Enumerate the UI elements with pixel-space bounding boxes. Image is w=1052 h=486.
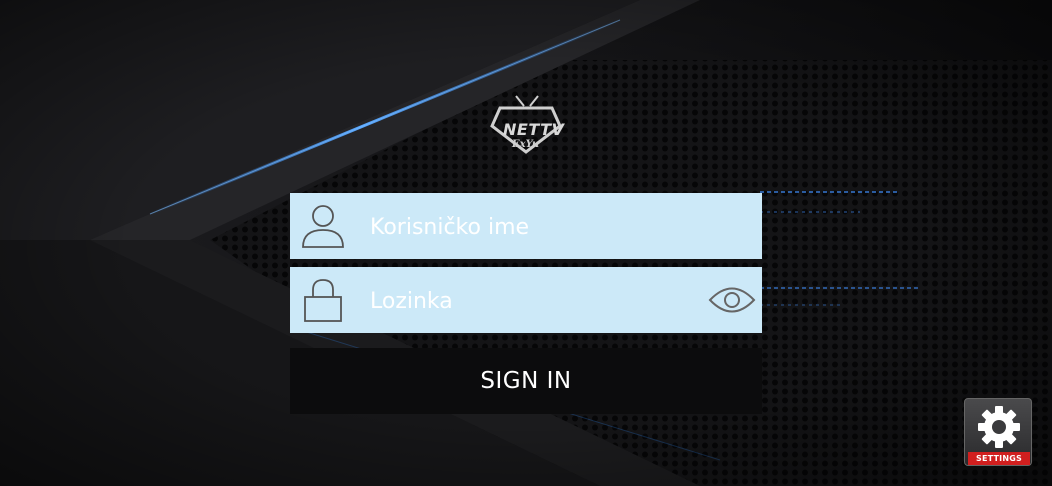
sign-in-button[interactable]: SIGN IN — [290, 348, 762, 414]
username-field[interactable] — [290, 193, 762, 259]
logo-text: NETTV — [503, 120, 565, 139]
password-input[interactable] — [370, 267, 700, 333]
user-icon — [302, 205, 344, 248]
lock-icon — [304, 279, 342, 322]
eye-icon[interactable] — [708, 283, 756, 317]
username-input[interactable] — [370, 193, 700, 259]
settings-label: SETTINGS — [968, 452, 1030, 465]
password-field[interactable] — [290, 267, 762, 333]
settings-button[interactable]: SETTINGS — [964, 398, 1032, 466]
logo-subtext: ExYu — [512, 139, 540, 150]
gear-icon — [978, 406, 1020, 448]
